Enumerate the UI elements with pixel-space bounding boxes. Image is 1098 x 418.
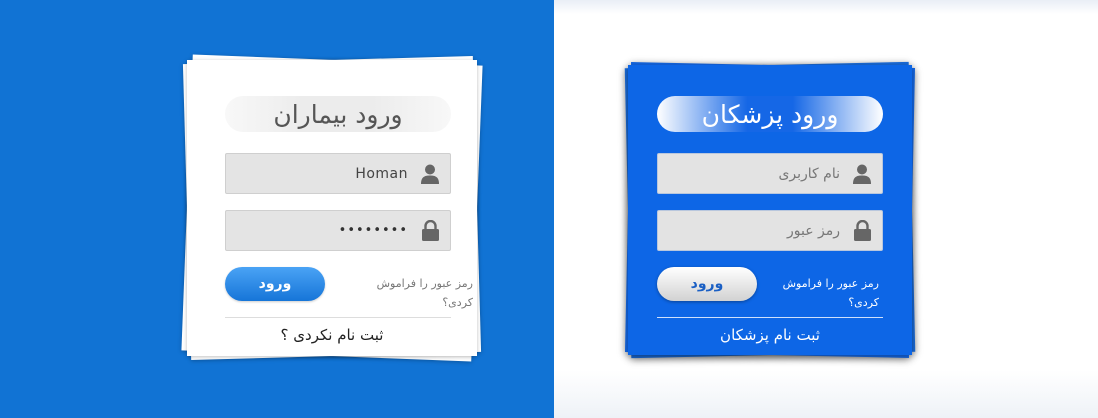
patient-register-link[interactable]: ثبت نام نکردی ؟ (187, 326, 477, 344)
user-icon (852, 163, 872, 185)
doctor-register-link[interactable]: ثبت نام پزشکان (628, 326, 912, 344)
patient-login-button[interactable]: ورود (225, 267, 325, 301)
lock-icon (420, 220, 440, 242)
patient-login-title: ورود بیماران (225, 96, 451, 132)
user-icon (420, 163, 440, 185)
patient-username-value[interactable]: Homan (355, 166, 408, 182)
doctor-password-placeholder[interactable]: رمز عبور (787, 223, 840, 239)
divider (657, 317, 883, 318)
patient-username-field[interactable]: Homan (225, 153, 451, 194)
lock-icon (852, 220, 872, 242)
doctor-forgot-password-link[interactable]: رمز عبور را فراموش کردی؟ (769, 274, 879, 312)
patient-forgot-password-link[interactable]: رمز عبور را فراموش کردی؟ (363, 274, 473, 312)
doctor-login-title: ورود پزشکان (657, 96, 883, 132)
doctor-login-button[interactable]: ورود (657, 267, 757, 301)
doctor-login-card: ورود پزشکان نام کاربری رمز عبور ورود رمز… (624, 61, 916, 359)
divider (225, 317, 451, 318)
patient-login-card: ورود بیماران Homan •••••••• ورود رمز عبو… (181, 54, 483, 362)
doctor-password-field[interactable]: رمز عبور (657, 210, 883, 251)
patient-password-field[interactable]: •••••••• (225, 210, 451, 251)
doctor-username-field[interactable]: نام کاربری (657, 153, 883, 194)
patient-password-value[interactable]: •••••••• (339, 223, 408, 238)
doctor-username-placeholder[interactable]: نام کاربری (778, 166, 840, 182)
